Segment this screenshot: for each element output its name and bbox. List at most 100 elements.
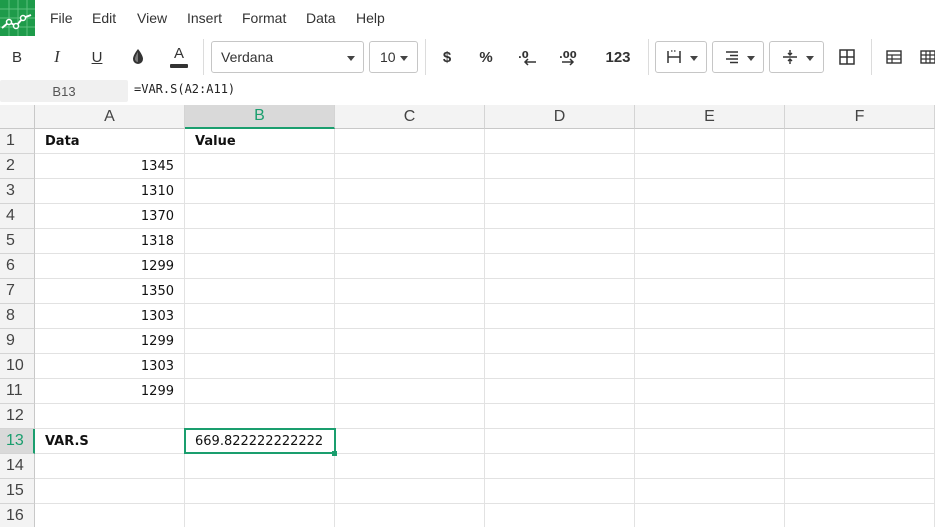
row-header-9[interactable]: 9	[0, 329, 35, 354]
cell-d10[interactable]	[485, 354, 635, 379]
cell-e1[interactable]	[635, 129, 785, 154]
cell-f5[interactable]	[785, 229, 935, 254]
cell-d6[interactable]	[485, 254, 635, 279]
cell-c16[interactable]	[335, 504, 485, 527]
cell-c12[interactable]	[335, 404, 485, 429]
cell-a4[interactable]: 1370	[35, 204, 185, 229]
row-header-7[interactable]: 7	[0, 279, 35, 304]
merge-cells-button[interactable]	[834, 41, 860, 73]
cell-d7[interactable]	[485, 279, 635, 304]
cell-b3[interactable]	[185, 179, 335, 204]
cell-f1[interactable]	[785, 129, 935, 154]
cell-d14[interactable]	[485, 454, 635, 479]
cell-e16[interactable]	[635, 504, 785, 527]
cell-a2[interactable]: 1345	[35, 154, 185, 179]
cell-c7[interactable]	[335, 279, 485, 304]
cell-b14[interactable]	[185, 454, 335, 479]
menu-insert[interactable]: Insert	[187, 10, 222, 26]
cell-b13[interactable]: 669.822222222222	[185, 429, 335, 454]
cell-a15[interactable]	[35, 479, 185, 504]
cell-d16[interactable]	[485, 504, 635, 527]
cell-d5[interactable]	[485, 229, 635, 254]
cell-d2[interactable]	[485, 154, 635, 179]
cell-e14[interactable]	[635, 454, 785, 479]
cell-c9[interactable]	[335, 329, 485, 354]
row-header-4[interactable]: 4	[0, 204, 35, 229]
cell-e5[interactable]	[635, 229, 785, 254]
row-header-2[interactable]: 2	[0, 154, 35, 179]
cell-e12[interactable]	[635, 404, 785, 429]
cell-b5[interactable]	[185, 229, 335, 254]
cell-a14[interactable]	[35, 454, 185, 479]
menu-data[interactable]: Data	[306, 10, 336, 26]
cell-reference-box[interactable]: B13	[0, 80, 128, 102]
cell-b11[interactable]	[185, 379, 335, 404]
cell-b6[interactable]	[185, 254, 335, 279]
row-header-10[interactable]: 10	[0, 354, 35, 379]
formula-input[interactable]: =VAR.S(A2:A11)	[134, 82, 235, 96]
cell-e8[interactable]	[635, 304, 785, 329]
cell-b12[interactable]	[185, 404, 335, 429]
cell-a3[interactable]: 1310	[35, 179, 185, 204]
cell-e13[interactable]	[635, 429, 785, 454]
cell-f6[interactable]	[785, 254, 935, 279]
cell-c2[interactable]	[335, 154, 485, 179]
cell-b7[interactable]	[185, 279, 335, 304]
cell-d12[interactable]	[485, 404, 635, 429]
cell-a1[interactable]: Data	[35, 129, 185, 154]
cell-e9[interactable]	[635, 329, 785, 354]
select-all-corner[interactable]	[0, 105, 35, 129]
cell-a12[interactable]	[35, 404, 185, 429]
cell-f13[interactable]	[785, 429, 935, 454]
cell-c8[interactable]	[335, 304, 485, 329]
freeze-panes-button[interactable]	[918, 41, 935, 73]
cell-a16[interactable]	[35, 504, 185, 527]
cell-a11[interactable]: 1299	[35, 379, 185, 404]
cell-e10[interactable]	[635, 354, 785, 379]
cell-d8[interactable]	[485, 304, 635, 329]
cell-b1[interactable]: Value	[185, 129, 335, 154]
vertical-align-select[interactable]	[769, 41, 824, 73]
row-header-3[interactable]: 3	[0, 179, 35, 204]
cell-a7[interactable]: 1350	[35, 279, 185, 304]
fill-handle[interactable]	[332, 451, 337, 456]
column-header-a[interactable]: A	[35, 105, 185, 129]
cell-f9[interactable]	[785, 329, 935, 354]
cell-f10[interactable]	[785, 354, 935, 379]
cell-f16[interactable]	[785, 504, 935, 527]
increase-decimals-button[interactable]: .00	[556, 41, 584, 73]
menu-file[interactable]: File	[50, 10, 73, 26]
row-header-16[interactable]: 16	[0, 504, 35, 527]
horizontal-align-select[interactable]	[712, 41, 764, 73]
cell-d1[interactable]	[485, 129, 635, 154]
cell-c1[interactable]	[335, 129, 485, 154]
cell-d11[interactable]	[485, 379, 635, 404]
column-header-e[interactable]: E	[635, 105, 785, 129]
column-header-c[interactable]: C	[335, 105, 485, 129]
cell-e7[interactable]	[635, 279, 785, 304]
row-header-6[interactable]: 6	[0, 254, 35, 279]
cell-d15[interactable]	[485, 479, 635, 504]
row-header-12[interactable]: 12	[0, 404, 35, 429]
cell-f4[interactable]	[785, 204, 935, 229]
column-header-b[interactable]: B	[185, 105, 335, 129]
app-logo-icon[interactable]	[0, 0, 35, 36]
cell-f8[interactable]	[785, 304, 935, 329]
underline-button[interactable]: U	[84, 41, 110, 73]
currency-format-button[interactable]: $	[436, 41, 458, 73]
cell-a13[interactable]: VAR.S	[35, 429, 185, 454]
row-header-1[interactable]: 1	[0, 129, 35, 154]
cell-d13[interactable]	[485, 429, 635, 454]
cell-c14[interactable]	[335, 454, 485, 479]
row-header-13[interactable]: 13	[0, 429, 35, 454]
cell-b2[interactable]	[185, 154, 335, 179]
cell-a8[interactable]: 1303	[35, 304, 185, 329]
cell-f7[interactable]	[785, 279, 935, 304]
column-header-d[interactable]: D	[485, 105, 635, 129]
italic-button[interactable]: I	[44, 41, 70, 73]
spreadsheet-grid[interactable]: ABCDEF 1 Data Value 2 1345 3 1310 4 1370 5 1318 6 12…	[0, 105, 935, 527]
cell-f11[interactable]	[785, 379, 935, 404]
cell-a10[interactable]: 1303	[35, 354, 185, 379]
menu-format[interactable]: Format	[242, 10, 286, 26]
cell-c5[interactable]	[335, 229, 485, 254]
